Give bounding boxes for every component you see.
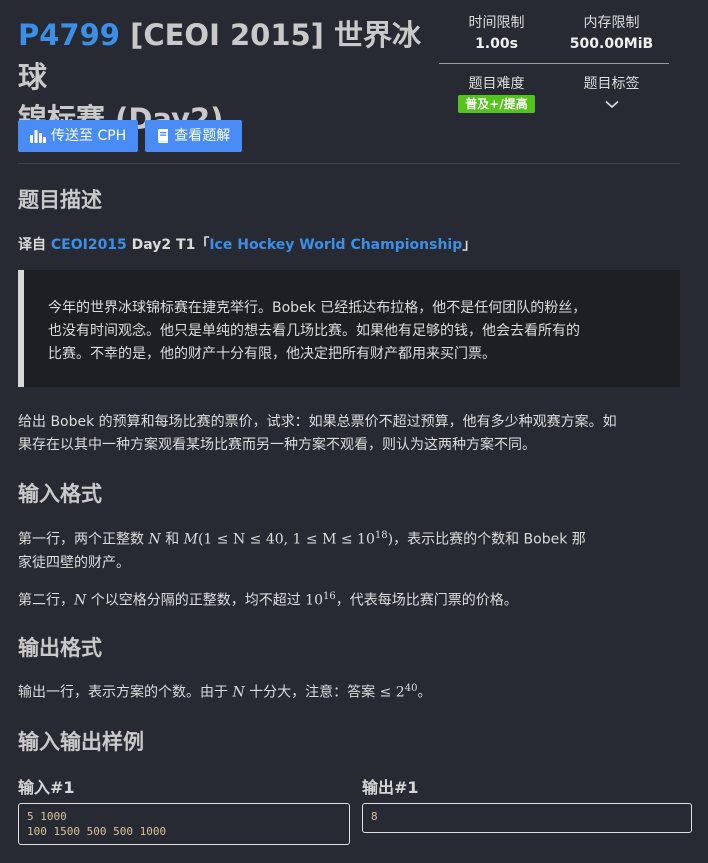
bar-chart-icon [30,129,46,143]
difficulty-label: 题目难度 [468,76,525,92]
math-var-n: N [148,531,161,548]
sample-output-label: 输出#1 [362,778,419,797]
tags[interactable]: 题目标签 [554,73,669,113]
book-icon [157,129,169,143]
source-suffix: 」 [462,237,477,253]
problem-header: P4799 [CEOI 2015] 世界冰球 锦标赛 (Day2) 传送至 CP… [18,0,680,164]
paragraph-line: 果存在以其中一种方案观看某场比赛而另一种方案不观看，则认为这两种方案不同。 [18,437,536,453]
source-line: 译自 CEOI2015 Day2 T1「Ice Hockey World Cha… [18,234,476,257]
math-le: ≤ [379,684,392,701]
quote-line: 今年的世界冰球锦标赛在捷克举行。Bobek 已经抵达布拉格，他不是任何团队的粉丝… [48,300,587,316]
source-contest-link[interactable]: CEOI2015 [51,237,127,253]
paragraph-line: 给出 Bobek 的预算和每场比赛的票价，试求：如果总票价不超过预算，他有多少种… [18,414,617,430]
story-quote: 今年的世界冰球锦标赛在捷克举行。Bobek 已经抵达布拉格，他不是任何团队的粉丝… [18,270,680,387]
description-paragraph: 给出 Bobek 的预算和每场比赛的票价，试求：如果总票价不超过预算，他有多少种… [18,411,617,457]
text-fragment: 。 [417,684,432,701]
text-fragment: 输出一行，表示方案的个数。由于 [18,684,233,701]
input-format-line1: 第一行，两个正整数 N 和 M(1 ≤ N ≤ 40, 1 ≤ M ≤ 1018… [18,524,586,575]
source-mid: Day2 T1「 [126,237,210,253]
math-base: 10 [305,592,323,609]
time-limit-label: 时间限制 [468,15,525,31]
difficulty: 题目难度 普及+/提高 [439,73,554,113]
tags-label: 题目标签 [583,76,640,92]
input-format-heading: 输入格式 [18,482,102,506]
problem-id: P4799 [18,18,120,52]
text-fragment: 个以空格分隔的正整数，均不超过 [86,592,306,609]
text-fragment: 十分大，注意：答案 [244,684,380,701]
text-fragment: 第二行， [18,592,74,609]
problem-page: P4799 [CEOI 2015] 世界冰球 锦标赛 (Day2) 传送至 CP… [0,0,708,863]
source-title-link[interactable]: Ice Hockey World Championship [209,237,462,253]
text-fragment: ，表示比赛的个数和 Bobek 那 [393,531,586,548]
math-constraint: (1 ≤ N ≤ 40, 1 ≤ M ≤ 10 [197,531,375,548]
text-fragment: ，代表每场比赛门票的价格。 [335,592,518,609]
text-fragment: 第一行，两个正整数 [18,531,149,548]
action-buttons: 传送至 CPH 查看题解 [18,120,243,152]
quote-line: 比赛。不幸的是，他的财产十分有限，他决定把所有财产都用来买门票。 [48,346,496,362]
view-solution-button[interactable]: 查看题解 [145,120,243,152]
sample-input-label: 输入#1 [18,778,75,797]
difficulty-badge[interactable]: 普及+/提高 [458,95,535,113]
time-limit: 时间限制 1.00s [439,12,554,54]
meta-divider [439,63,669,64]
math-exponent: 40 [404,683,418,694]
output-format-heading: 输出格式 [18,636,102,660]
sample-input-box[interactable]: 5 1000 100 1500 500 500 1000 [18,803,350,845]
description-heading: 题目描述 [18,188,102,212]
view-solution-label: 查看题解 [174,128,231,144]
samples-heading: 输入输出样例 [18,730,144,754]
math-var-m: M [183,531,198,548]
send-to-cph-button[interactable]: 传送至 CPH [18,120,139,152]
math-exponent: 16 [322,591,336,602]
memory-limit-value: 500.00MiB [569,36,654,52]
text-fragment: 家徒四壁的财产。 [18,554,130,571]
chevron-down-icon[interactable] [604,97,619,113]
input-format-line2: 第二行，N 个以空格分隔的正整数，均不超过 1016，代表每场比赛门票的价格。 [18,585,518,613]
math-exponent: 18 [374,530,388,541]
problem-meta: 时间限制 1.00s 内存限制 500.00MiB 题目难度 普及+/提高 题目… [439,12,669,113]
sample-output-box[interactable]: 8 [362,803,692,833]
send-to-cph-label: 传送至 CPH [51,128,127,144]
memory-limit: 内存限制 500.00MiB [554,12,669,54]
math-base: 2 [395,684,405,701]
time-limit-value: 1.00s [475,36,518,52]
source-prefix: 译自 [18,237,51,253]
math-var-n: N [74,592,87,609]
output-format-line: 输出一行，表示方案的个数。由于 N 十分大，注意：答案 ≤ 240。 [18,677,431,705]
memory-limit-label: 内存限制 [583,15,640,31]
math-var-n: N [232,684,245,701]
quote-line: 也没有时间观念。他只是单纯的想去看几场比赛。如果他有足够的钱，他会去看所有的 [48,323,580,339]
text-fragment: 和 [160,531,184,548]
